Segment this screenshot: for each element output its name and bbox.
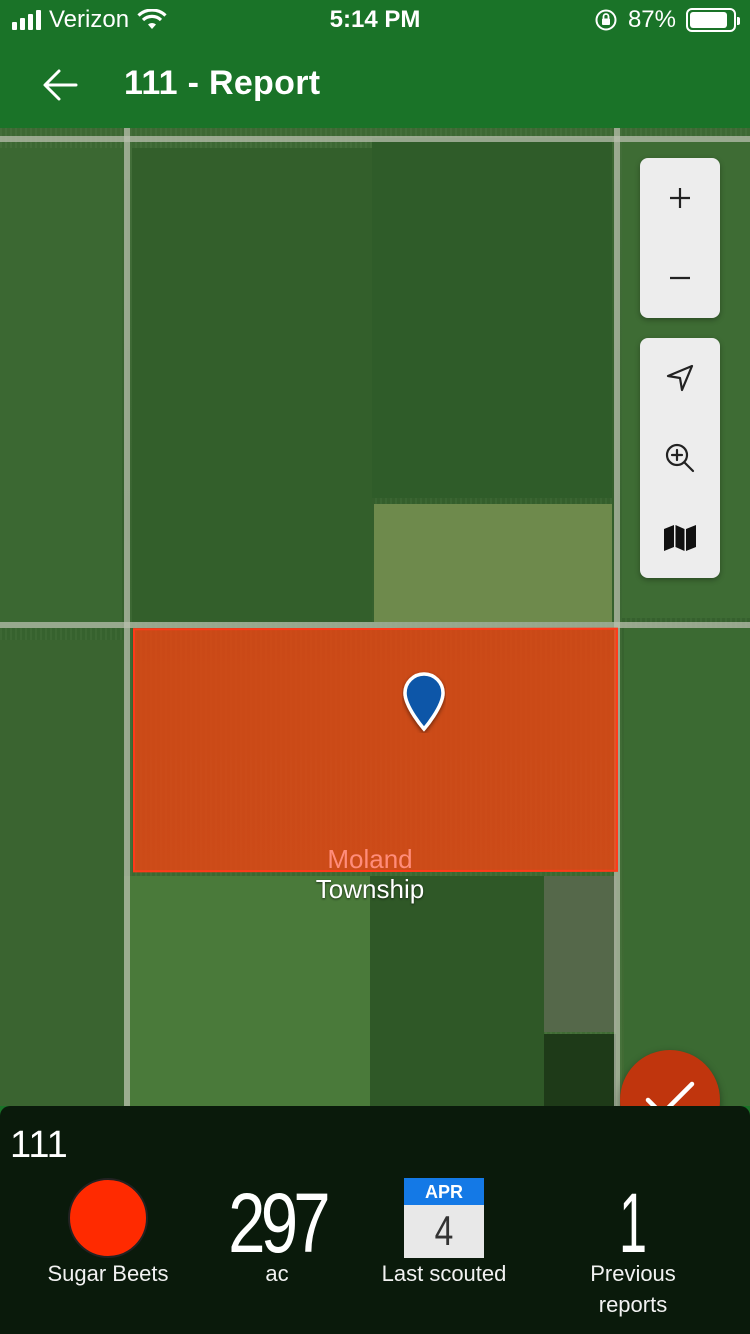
status-bar: Verizon 5:14 PM 87% (0, 0, 750, 40)
battery-icon (686, 8, 740, 32)
map-place-label: Moland (327, 844, 413, 874)
map-view[interactable]: Moland Township (0, 128, 750, 1106)
zoom-out-button[interactable] (640, 238, 720, 318)
field-boundary-polygon[interactable] (133, 627, 618, 873)
zoom-to-field-button[interactable] (640, 418, 720, 498)
map-parcel (132, 148, 372, 622)
map-road (614, 128, 620, 1106)
last-scouted-label: Last scouted (381, 1261, 507, 1286)
wifi-icon (137, 9, 167, 29)
map-icon (664, 525, 696, 551)
zoom-in-magnifier-icon (665, 443, 695, 473)
map-tool-controls (640, 338, 720, 578)
app-header: 111 - Report (0, 40, 750, 128)
previous-reports-count[interactable]: 1 (589, 1178, 677, 1268)
map-layers-button[interactable] (640, 498, 720, 578)
previous-reports-label-line1: Previous (590, 1261, 676, 1286)
calendar-month: APR (404, 1178, 484, 1205)
zoom-in-button[interactable] (640, 158, 720, 238)
field-name: 111 (10, 1124, 68, 1166)
map-parcel (544, 1034, 616, 1106)
acres-value: 297 (228, 1176, 331, 1270)
map-road (0, 136, 750, 142)
navigation-arrow-icon (666, 364, 694, 392)
map-parcel (544, 876, 616, 1032)
crop-color-swatch (68, 1178, 148, 1258)
minus-icon (670, 276, 690, 280)
acres-unit: ac (265, 1261, 289, 1286)
map-place-label: Township (315, 874, 425, 904)
arrow-left-icon (43, 69, 78, 101)
locate-me-button[interactable] (640, 338, 720, 418)
location-pin-icon[interactable] (402, 671, 446, 733)
map-parcel (0, 148, 122, 628)
calendar-icon: APR 4 (404, 1178, 484, 1258)
map-road (124, 128, 130, 1106)
status-left: Verizon (12, 6, 167, 34)
previous-reports-label-line2: reports (598, 1292, 668, 1317)
map-parcel (374, 504, 612, 622)
map-parcel (370, 876, 544, 1106)
zoom-controls (640, 158, 720, 318)
map-parcel (0, 640, 124, 1106)
field-info-panel: 111 Sugar Beets 297 ac APR 4 Last scoute… (0, 1106, 750, 1334)
carrier-name: Verizon (49, 6, 130, 33)
plus-icon (670, 188, 690, 208)
calendar-day: 4 (434, 1207, 454, 1254)
back-button[interactable] (40, 64, 82, 106)
page-title: 111 - Report (124, 64, 321, 102)
map-parcel (624, 628, 750, 1106)
battery-percent: 87% (627, 6, 676, 33)
rotation-lock-icon (595, 9, 617, 31)
signal-icon (12, 10, 41, 30)
crop-label: Sugar Beets (47, 1261, 169, 1286)
map-parcel (124, 876, 370, 1106)
status-right: 87% (594, 6, 740, 34)
map-parcel (372, 138, 612, 498)
previous-reports-label[interactable]: Previous reports (560, 1258, 706, 1320)
